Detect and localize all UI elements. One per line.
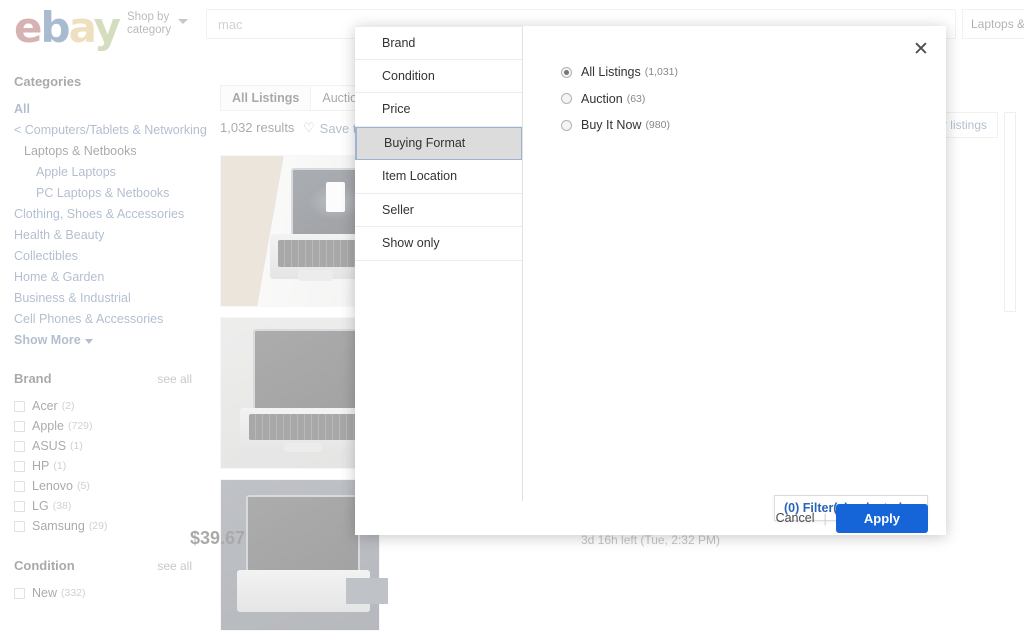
brand-option-lg[interactable]: LG (38) bbox=[14, 496, 192, 516]
brand-label: Samsung bbox=[32, 519, 85, 533]
sidebar-item-apple-laptops[interactable]: Apple Laptops bbox=[14, 162, 192, 183]
buying-format-option-all-listings[interactable]: All Listings (1,031) bbox=[561, 62, 946, 83]
filter-modal: ✕ Brand Condition Price Buying Format It… bbox=[355, 26, 946, 535]
heart-icon: ♡ bbox=[303, 120, 315, 135]
radio-icon[interactable] bbox=[561, 119, 572, 131]
condition-facet-heading: Condition see all bbox=[14, 558, 192, 573]
brand-count: (38) bbox=[52, 500, 72, 512]
checkbox-icon[interactable] bbox=[14, 480, 25, 492]
listing-time-left: 3d 16h left (Tue, 2:32 PM) bbox=[581, 533, 720, 547]
option-count: (980) bbox=[645, 119, 670, 132]
checkbox-icon[interactable] bbox=[14, 587, 25, 599]
sidebar-item-clothing-shoes-accessories[interactable]: Clothing, Shoes & Accessories bbox=[14, 204, 192, 225]
categories-heading: Categories bbox=[14, 74, 82, 89]
filter-modal-menu: Brand Condition Price Buying Format Item… bbox=[355, 26, 523, 501]
listing-color-swatch bbox=[346, 578, 388, 604]
sidebar-item-collectibles[interactable]: Collectibles bbox=[14, 246, 192, 267]
sidebar-item-computers-tablets-networking[interactable]: < Computers/Tablets & Networking bbox=[14, 120, 207, 141]
radio-icon[interactable] bbox=[561, 66, 572, 78]
option-count: (63) bbox=[626, 92, 646, 105]
radio-icon[interactable] bbox=[561, 93, 572, 105]
brand-facet-heading: Brand see all bbox=[14, 371, 192, 386]
brand-count: (729) bbox=[67, 420, 93, 432]
brand-label: HP bbox=[32, 459, 50, 473]
brand-label: Apple bbox=[32, 419, 64, 433]
option-label: All Listings bbox=[581, 65, 641, 80]
brand-count: (1) bbox=[70, 440, 83, 452]
show-more-label: Show More bbox=[14, 333, 81, 347]
filter-menu-item-brand[interactable]: Brand bbox=[355, 26, 522, 60]
brand-see-all-link[interactable]: see all bbox=[157, 372, 192, 386]
sidebar-item-laptops-netbooks[interactable]: Laptops & Netbooks bbox=[14, 141, 192, 162]
filter-menu-item-condition[interactable]: Condition bbox=[355, 60, 522, 93]
brand-option-apple[interactable]: Apple (729) bbox=[14, 416, 192, 436]
brand-option-samsung[interactable]: Samsung (29) bbox=[14, 516, 192, 536]
brand-label: Acer bbox=[32, 399, 58, 413]
right-rail-panel bbox=[1004, 112, 1016, 312]
sidebar-item-all[interactable]: All bbox=[14, 99, 192, 120]
condition-facet-title: Condition bbox=[14, 558, 75, 573]
logo-letter-a: a bbox=[68, 3, 96, 52]
footer-separator: | bbox=[823, 510, 827, 526]
brand-count: (1) bbox=[53, 460, 67, 472]
condition-label: New bbox=[32, 586, 58, 600]
listing-price: $39.67 bbox=[190, 528, 246, 548]
filter-modal-options-panel: All Listings (1,031) Auction (63) Buy It… bbox=[523, 26, 946, 501]
brand-count: (2) bbox=[61, 400, 75, 412]
filter-menu-item-seller[interactable]: Seller bbox=[355, 194, 522, 227]
results-count: 1,032 results bbox=[220, 120, 295, 135]
shop-by-line-2: category bbox=[127, 24, 172, 36]
checkbox-icon[interactable] bbox=[14, 460, 25, 472]
brand-option-lenovo[interactable]: Lenovo (5) bbox=[14, 476, 192, 496]
option-label: Auction bbox=[581, 91, 623, 106]
condition-count: (332) bbox=[61, 587, 86, 599]
tab-all-listings[interactable]: All Listings bbox=[220, 85, 311, 111]
ebay-logo[interactable]: ebay bbox=[14, 3, 121, 52]
checkbox-icon[interactable] bbox=[14, 400, 25, 412]
checkbox-icon[interactable] bbox=[14, 500, 25, 512]
page-root: ebay Shop by category mac Laptops & N Ca… bbox=[0, 0, 1024, 631]
shop-by-category-button[interactable]: Shop by category bbox=[127, 11, 187, 37]
apply-button[interactable]: Apply bbox=[835, 503, 928, 533]
option-count: (1,031) bbox=[644, 66, 679, 79]
buying-format-option-buy-it-now[interactable]: Buy It Now (980) bbox=[561, 115, 946, 136]
filter-menu-item-show-only[interactable]: Show only bbox=[355, 227, 522, 261]
chevron-down-icon[interactable] bbox=[178, 19, 188, 24]
brand-count: (5) bbox=[77, 480, 90, 492]
brand-option-asus[interactable]: ASUS (1) bbox=[14, 436, 192, 456]
checkbox-icon[interactable] bbox=[14, 440, 25, 452]
brand-label: LG bbox=[32, 499, 49, 513]
filter-menu-item-buying-format[interactable]: Buying Format bbox=[355, 126, 522, 160]
sidebar-item-cell-phones-accessories[interactable]: Cell Phones & Accessories bbox=[14, 309, 192, 330]
brand-option-hp[interactable]: HP (1) bbox=[14, 456, 192, 476]
category-select[interactable]: Laptops & N bbox=[962, 9, 1024, 39]
logo-letter-y: y bbox=[93, 3, 121, 52]
show-more-categories-button[interactable]: Show More bbox=[14, 333, 93, 347]
brand-count: (29) bbox=[88, 520, 108, 532]
brand-label: ASUS bbox=[32, 439, 67, 453]
chevron-down-icon bbox=[84, 339, 93, 344]
brand-label: Lenovo bbox=[32, 479, 74, 493]
filter-menu-item-price[interactable]: Price bbox=[355, 93, 522, 127]
condition-option-new[interactable]: New (332) bbox=[14, 583, 192, 603]
search-input-value: mac bbox=[218, 17, 243, 32]
logo-letter-b: b bbox=[40, 3, 71, 52]
sidebar-item-business-industrial[interactable]: Business & Industrial bbox=[14, 288, 192, 309]
sidebar-item-health-beauty[interactable]: Health & Beauty bbox=[14, 225, 192, 246]
checkbox-icon[interactable] bbox=[14, 520, 25, 532]
brand-facet-title: Brand bbox=[14, 371, 52, 386]
filter-modal-footer: Cancel | Apply bbox=[355, 501, 946, 535]
sidebar-item-pc-laptops-netbooks[interactable]: PC Laptops & Netbooks bbox=[14, 183, 192, 204]
logo-letter-e: e bbox=[14, 3, 42, 52]
option-label: Buy It Now bbox=[581, 118, 642, 133]
condition-see-all-link[interactable]: see all bbox=[157, 559, 192, 573]
cancel-button[interactable]: Cancel bbox=[776, 511, 824, 525]
buying-format-option-auction[interactable]: Auction (63) bbox=[561, 89, 946, 110]
checkbox-icon[interactable] bbox=[14, 420, 25, 432]
left-sidebar: Categories All < Computers/Tablets & Net… bbox=[0, 52, 207, 600]
sidebar-item-home-garden[interactable]: Home & Garden bbox=[14, 267, 192, 288]
filter-menu-item-item-location[interactable]: Item Location bbox=[355, 160, 522, 194]
brand-option-acer[interactable]: Acer (2) bbox=[14, 396, 192, 416]
